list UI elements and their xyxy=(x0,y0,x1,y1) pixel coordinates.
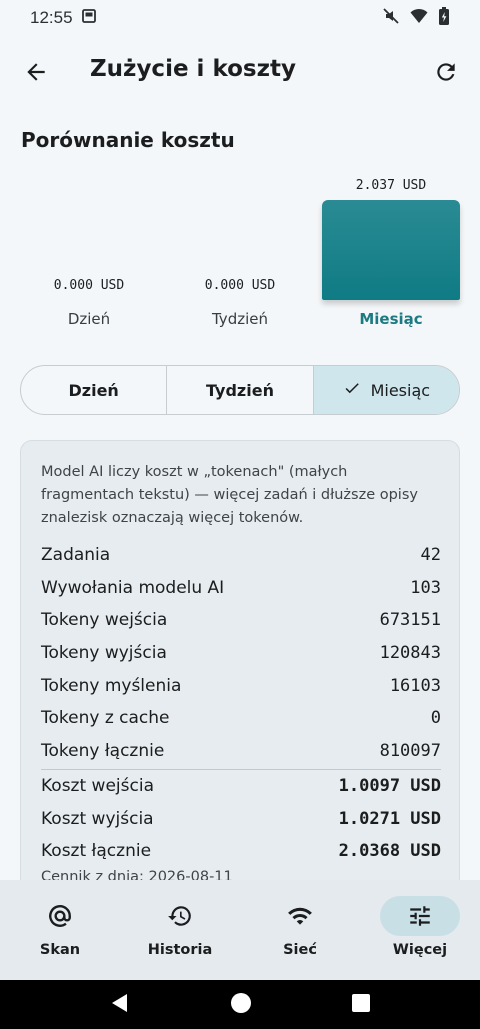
stat-label: Wywołania modelu AI xyxy=(41,578,225,598)
nav-item-historia[interactable]: Historia xyxy=(120,880,240,980)
stat-value: 16103 xyxy=(389,676,441,696)
stat-row: Zadania 42 xyxy=(41,539,441,571)
stat-value: 673151 xyxy=(379,610,441,630)
stat-row: Wywołania modelu AI 103 xyxy=(41,572,441,604)
segment-dzień[interactable]: Dzień xyxy=(21,366,168,414)
bottom-navigation: Skan Historia Sieć Więcej xyxy=(0,880,480,980)
stat-row: Tokeny wejścia 673151 xyxy=(41,604,441,636)
bar-value-label: 0.000 USD xyxy=(204,278,276,293)
bar-category-label: Dzień xyxy=(67,310,111,328)
nav-item-skan[interactable]: Skan xyxy=(0,880,120,980)
stat-label: Zadania xyxy=(41,545,111,565)
cost-row: Koszt wejścia 1.0097 USD xyxy=(41,770,441,802)
nav-item-więcej[interactable]: Więcej xyxy=(360,880,480,980)
cost-label: Koszt łącznie xyxy=(41,841,152,861)
top-app-bar: Zużycie i koszty xyxy=(0,42,480,102)
cost-label: Koszt wejścia xyxy=(41,776,154,796)
system-back-icon[interactable] xyxy=(109,992,131,1018)
screenshot-icon xyxy=(81,8,97,29)
nav-item-sieć[interactable]: Sieć xyxy=(240,880,360,980)
status-bar: 12:55 xyxy=(0,0,480,36)
history-icon xyxy=(140,896,220,936)
bar xyxy=(322,200,460,300)
nav-label: Historia xyxy=(147,942,213,958)
stat-label: Tokeny wyjścia xyxy=(41,643,167,663)
nav-label: Sieć xyxy=(283,942,317,958)
bar-value-label: 2.037 USD xyxy=(355,178,427,193)
cost-row: Koszt wyjścia 1.0271 USD xyxy=(41,803,441,835)
cost-comparison-chart: 0.000 USD Dzień 0.000 USD Tydzień 2.037 USD M… xyxy=(20,170,460,340)
check-icon xyxy=(343,379,361,401)
nav-label: Więcej xyxy=(392,942,448,958)
bar-column: 0.000 USD Tydzień xyxy=(171,170,309,340)
bar-column: 0.000 USD Dzień xyxy=(20,170,158,340)
bar-column: 2.037 USD Miesiąc xyxy=(322,170,460,340)
system-navigation-bar xyxy=(0,980,480,1029)
wifi-icon xyxy=(260,896,340,936)
nav-label: Skan xyxy=(39,942,81,958)
period-segmented-control: Dzień Tydzień Miesiąc xyxy=(20,365,460,415)
stat-value: 103 xyxy=(410,578,441,598)
stat-label: Tokeny z cache xyxy=(41,708,170,728)
arrow-back-icon xyxy=(27,63,45,81)
system-home-icon[interactable] xyxy=(230,992,252,1018)
tune-icon xyxy=(380,896,460,936)
status-right xyxy=(382,6,450,30)
back-button[interactable] xyxy=(18,54,54,90)
cost-value: 1.0097 USD xyxy=(338,776,441,796)
bar-value-label: 0.000 USD xyxy=(53,278,125,293)
segment-label: Dzień xyxy=(68,380,119,400)
card-note: Model AI liczy koszt w „tokenach" (małyc… xyxy=(41,464,418,526)
stat-value: 810097 xyxy=(379,741,441,761)
wifi-status-icon xyxy=(410,8,428,29)
stat-row: Tokeny wyjścia 120843 xyxy=(41,637,441,669)
cost-row: Koszt łącznie 2.0368 USD xyxy=(41,835,441,867)
stat-row: Tokeny myślenia 16103 xyxy=(41,670,441,702)
stat-row: Tokeny łącznie 810097 xyxy=(41,735,441,767)
battery-icon xyxy=(438,6,450,30)
segment-tydzień[interactable]: Tydzień xyxy=(167,366,314,414)
segment-miesiąc[interactable]: Miesiąc xyxy=(313,366,459,414)
stat-value: 42 xyxy=(420,545,441,565)
cost-value: 2.0368 USD xyxy=(338,841,441,861)
page-title: Zużycie i koszty xyxy=(90,56,296,82)
status-time: 12:55 xyxy=(30,8,73,27)
at-sign-icon xyxy=(20,896,100,936)
bar-category-label: Miesiąc xyxy=(359,310,423,328)
stat-label: Tokeny myślenia xyxy=(41,676,182,696)
mute-icon xyxy=(382,7,400,30)
cost-value: 1.0271 USD xyxy=(338,809,441,829)
segment-label: Tydzień xyxy=(206,380,274,400)
bar-category-label: Tydzień xyxy=(211,310,268,328)
status-left: 12:55 xyxy=(30,8,97,29)
cost-label: Koszt wyjścia xyxy=(41,809,154,829)
stat-label: Tokeny wejścia xyxy=(41,610,168,630)
refresh-button[interactable] xyxy=(428,54,464,90)
stat-value: 0 xyxy=(430,708,441,728)
stat-row: Tokeny z cache 0 xyxy=(41,702,441,734)
usage-stats-card: Model AI liczy koszt w „tokenach" (małyc… xyxy=(20,440,460,910)
stat-label: Tokeny łącznie xyxy=(41,741,165,761)
refresh-icon xyxy=(437,63,455,81)
system-recents-icon[interactable] xyxy=(351,993,371,1017)
section-title: Porównanie kosztu xyxy=(21,128,235,152)
stat-value: 120843 xyxy=(379,643,441,663)
segment-label: Miesiąc xyxy=(370,380,431,400)
